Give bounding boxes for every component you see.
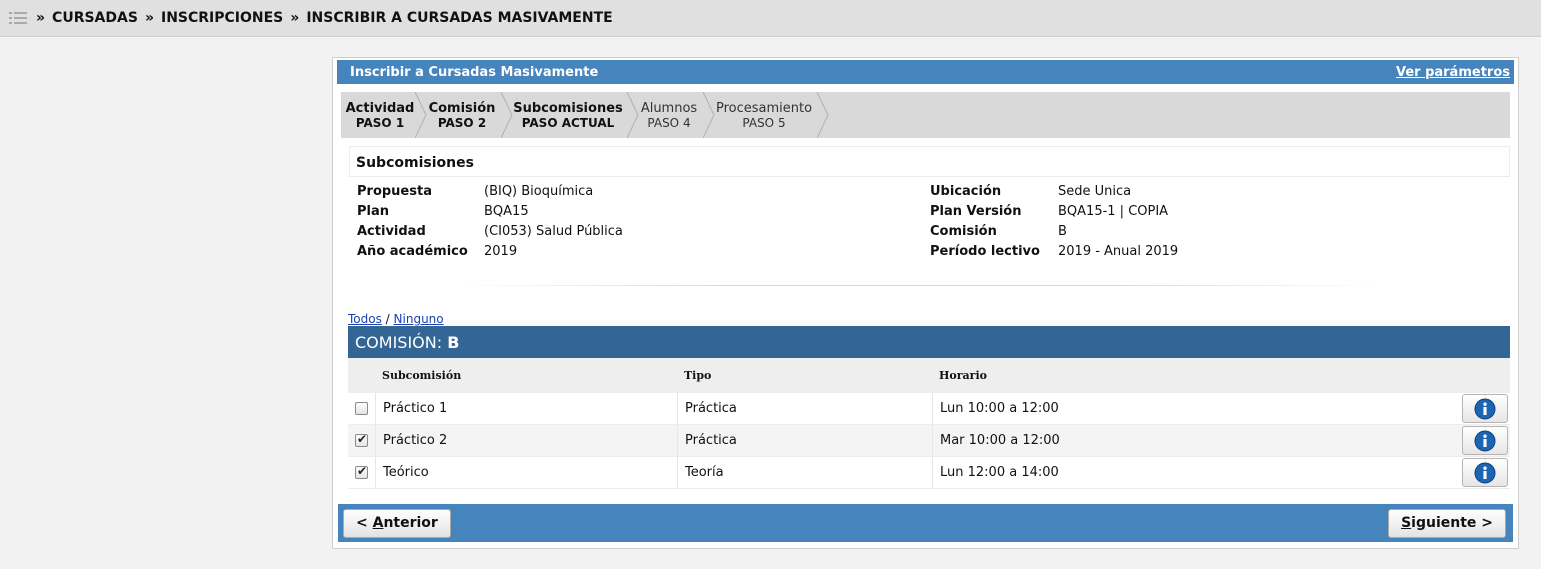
info-icon [1474, 462, 1496, 483]
info-label: Plan Versión [930, 203, 1022, 219]
breadcrumb-item-cursadas[interactable]: CURSADAS [52, 10, 138, 26]
info-label: Actividad [357, 223, 426, 239]
select-all-link[interactable]: Todos [348, 312, 382, 326]
cell-horario: Mar 10:00 a 12:00 [932, 425, 1460, 456]
check-mark-icon: ✔ [357, 432, 368, 446]
table-row: ✔ Práctico 2 Práctica Mar 10:00 a 12:00 [348, 425, 1510, 457]
info-label: Período lectivo [930, 243, 1040, 259]
siguiente-accel: S [1401, 515, 1412, 531]
cell-horario: Lun 12:00 a 14:00 [932, 457, 1460, 488]
cell-tipo: Teoría [677, 457, 932, 488]
top-bar: » CURSADAS » INSCRIPCIONES » INSCRIBIR A… [0, 0, 1541, 37]
cell-tipo: Práctica [677, 425, 932, 456]
menu-list-icon[interactable] [9, 11, 27, 25]
anterior-rest: nterior [383, 515, 438, 531]
anterior-prefix: < [356, 515, 373, 531]
info-label: Comisión [930, 223, 997, 239]
anterior-accel: A [372, 515, 384, 531]
info-button[interactable] [1462, 394, 1508, 423]
comision-label: COMISIÓN: [355, 333, 443, 352]
step-subtitle: PASO 1 [355, 116, 405, 130]
step-actividad[interactable]: Actividad PASO 1 [341, 92, 427, 138]
info-value: Sede Unica [1058, 183, 1132, 199]
cell-subcomision: Teórico [375, 457, 677, 488]
wizard-steps: Actividad PASO 1 Comisión PASO 2 Subcomi… [341, 92, 1510, 138]
row-checkbox[interactable] [355, 402, 368, 415]
siguiente-rest: iguiente > [1411, 515, 1493, 531]
divider [453, 285, 1383, 286]
siguiente-button[interactable]: Siguiente > [1388, 508, 1506, 538]
panel-header: Inscribir a Cursadas Masivamente Ver par… [337, 60, 1514, 84]
step-alumnos: Alumnos PASO 4 [631, 92, 715, 138]
info-label: Año académico [357, 243, 468, 259]
select-links: Todos / Ninguno [348, 312, 444, 326]
select-none-link[interactable]: Ninguno [394, 312, 444, 326]
info-icon [1474, 398, 1496, 419]
anterior-button[interactable]: < Anterior [343, 508, 451, 538]
comision-bar: COMISIÓN: B [348, 326, 1510, 358]
info-label: Propuesta [357, 183, 432, 199]
header-subcomision: Subcomisión [382, 369, 462, 382]
step-comision[interactable]: Comisión PASO 2 [419, 92, 513, 138]
step-subtitle: PASO 5 [742, 116, 786, 130]
header-tipo: Tipo [684, 369, 712, 382]
cell-tipo: Práctica [677, 393, 932, 424]
info-value: B [1058, 223, 1067, 239]
header-check-cell [348, 358, 375, 393]
info-value: 2019 - Anual 2019 [1058, 243, 1179, 259]
step-subtitle: PASO 2 [437, 116, 487, 130]
breadcrumb-separator: » [290, 10, 300, 26]
info-left: Propuesta (BIQ) Bioquímica Plan BQA15 Acti… [357, 181, 623, 261]
subcomisiones-table: Subcomisión Tipo Horario Práctico 1 Prác… [348, 358, 1510, 489]
table-header: Subcomisión Tipo Horario [348, 358, 1510, 393]
ver-parametros-link[interactable]: Ver parámetros [1396, 65, 1510, 80]
step-subtitle: PASO 4 [647, 116, 691, 130]
info-button[interactable] [1462, 458, 1508, 487]
step-subcomisiones: Subcomisiones PASO ACTUAL [505, 92, 639, 138]
info-value: 2019 [484, 243, 518, 259]
wizard-footer: < Anterior Siguiente > [338, 504, 1513, 542]
step-procesamiento: Procesamiento PASO 5 [707, 92, 829, 138]
cell-subcomision: Práctico 1 [375, 393, 677, 424]
step-title: Procesamiento [715, 101, 813, 116]
info-icon [1474, 430, 1496, 451]
panel-title: Inscribir a Cursadas Masivamente [350, 64, 599, 80]
comision-value: B [447, 333, 460, 352]
section-title: Subcomisiones [349, 146, 1510, 177]
table-row: ✔ Teórico Teoría Lun 12:00 a 14:00 [348, 457, 1510, 489]
step-title: Subcomisiones [513, 101, 623, 116]
row-checkbox[interactable]: ✔ [355, 464, 368, 479]
check-mark-icon: ✔ [357, 464, 368, 478]
cell-horario: Lun 10:00 a 12:00 [932, 393, 1460, 424]
info-value: (BIQ) Bioquímica [484, 183, 594, 199]
table-row: Práctico 1 Práctica Lun 10:00 a 12:00 [348, 393, 1510, 425]
breadcrumb-item-inscripciones[interactable]: INSCRIPCIONES [161, 10, 283, 26]
header-horario: Horario [939, 369, 987, 382]
info-value: BQA15 [484, 203, 529, 219]
breadcrumb-separator: » [36, 10, 46, 26]
info-label: Ubicación [930, 183, 1002, 199]
info-value: (CI053) Salud Pública [484, 223, 623, 239]
breadcrumb-item-current: INSCRIBIR A CURSADAS MASIVAMENTE [306, 10, 613, 26]
header-actions-cell [1460, 358, 1510, 393]
info-right: Ubicación Sede Unica Plan Versión BQA15-1 … [930, 181, 1178, 261]
step-title: Comisión [428, 101, 496, 116]
info-label: Plan [357, 203, 390, 219]
wizard-panel: Inscribir a Cursadas Masivamente Ver par… [332, 57, 1519, 549]
cell-subcomision: Práctico 2 [375, 425, 677, 456]
step-subtitle: PASO ACTUAL [521, 116, 615, 130]
select-separator: / [385, 312, 390, 326]
step-chevron-icon [817, 92, 829, 138]
breadcrumb: » CURSADAS » INSCRIPCIONES » INSCRIBIR A… [36, 10, 620, 26]
info-button[interactable] [1462, 426, 1508, 455]
info-value: BQA15-1 | COPIA [1058, 203, 1169, 219]
breadcrumb-separator: » [144, 10, 154, 26]
step-title: Alumnos [640, 101, 698, 116]
step-title: Actividad [345, 101, 415, 116]
row-checkbox[interactable]: ✔ [355, 432, 368, 447]
